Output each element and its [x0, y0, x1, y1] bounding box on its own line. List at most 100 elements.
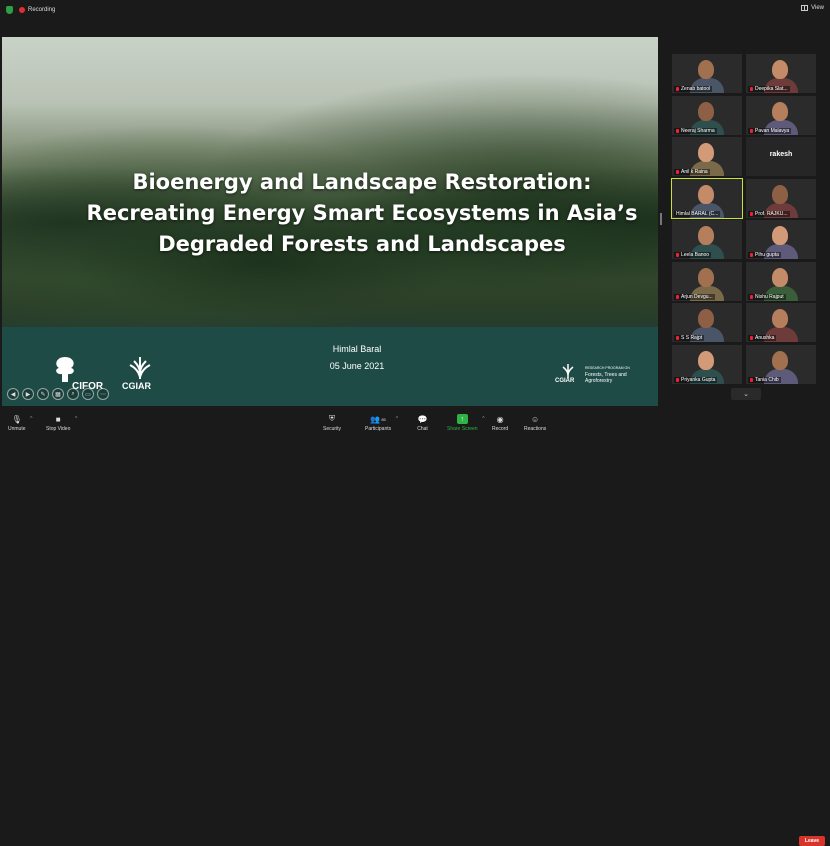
participants-icon: 👥 85 [370, 414, 386, 424]
grid-view-icon [801, 5, 809, 11]
reactions-button[interactable]: ☺ Reactions [524, 414, 546, 433]
participant-name: Anil k Raina [681, 169, 708, 175]
top-bar: Recording View [0, 0, 830, 20]
participant-tile[interactable]: Deepika Slat... [746, 54, 816, 93]
participant-name: Pavan Malavya [755, 127, 790, 134]
participant-name-label: Priyanka Gupta [674, 376, 718, 383]
muted-microphone-icon [676, 294, 679, 299]
chat-label: Chat [417, 426, 428, 432]
previous-slide-icon[interactable]: ◀ [7, 388, 19, 400]
participant-name-label: Anushka [748, 335, 777, 341]
gallery-more-button[interactable]: ⌄ [731, 388, 761, 400]
muted-microphone-icon [676, 170, 679, 174]
participant-face [698, 267, 714, 287]
pen-icon[interactable]: ✎ [37, 388, 49, 400]
view-label: View [811, 5, 824, 11]
participant-tile[interactable]: Anushka [746, 303, 816, 342]
participant-face [772, 60, 788, 79]
shield-icon[interactable] [6, 6, 13, 14]
participant-tile[interactable]: Pavan Malavya [746, 95, 816, 135]
more-options-icon[interactable]: ⋯ [97, 388, 109, 400]
participant-name: Zenab batool [681, 86, 711, 92]
stop-video-label: Stop Video [46, 426, 71, 432]
unmute-button[interactable]: 🎙 Unmute ^ [8, 414, 33, 433]
participants-count: 85 [381, 416, 386, 422]
slide-title-line-1: Bioenergy and Landscape Restoration: [132, 170, 592, 194]
record-icon: ◉ [496, 414, 504, 424]
security-button[interactable]: ⛨ Security [323, 414, 341, 432]
next-slide-icon[interactable]: ▶ [22, 388, 34, 400]
ftai-logo: CGIAR RESEARCH PROGRAM ON Forests, Trees… [555, 363, 645, 391]
participant-tile[interactable]: rakesh [746, 137, 816, 176]
zoom-icon[interactable]: ⌕ [67, 388, 79, 400]
participant-tile[interactable]: Tania Chib [746, 344, 816, 384]
muted-microphone-icon: 🎙 [11, 414, 22, 424]
participant-name-label: Anil k Raina [674, 169, 710, 175]
participant-name-label: Deepika Slat... [748, 86, 790, 92]
ftai-line-3: Agroforestry [585, 378, 613, 384]
subtitles-icon[interactable]: ▭ [82, 388, 94, 400]
participants-caret-icon[interactable]: ^ [396, 416, 398, 422]
muted-microphone-icon [676, 377, 679, 382]
slide-title-line-2: Recreating Energy Smart Ecosystems in As… [86, 201, 638, 225]
participant-tile[interactable]: Pihu gupta [746, 220, 816, 259]
muted-microphone-icon [676, 253, 679, 257]
participant-tile[interactable]: Leela Banoo [672, 220, 742, 259]
muted-microphone-icon [676, 128, 679, 133]
participant-name-label: Zenab batool [674, 86, 713, 92]
video-caret-icon[interactable]: ^ [75, 416, 77, 422]
video-camera-icon: ■ [55, 414, 61, 424]
slides-grid-icon[interactable]: ▦ [52, 388, 64, 400]
smiley-icon: ☺ [531, 414, 540, 424]
share-screen-icon: ↑ [456, 414, 468, 424]
participant-name: Neeraj Sharma [681, 127, 715, 134]
participant-name: Himlal BARAL (C... [676, 210, 719, 217]
participants-button[interactable]: 👥 85 Participants ^ [365, 414, 398, 433]
participant-face [698, 143, 714, 162]
share-screen-button[interactable]: ↑ Share Screen ^ [447, 414, 485, 432]
participant-name-label: Prof. RAJKU... [748, 210, 790, 217]
share-screen-label: Share Screen [447, 426, 478, 432]
participant-name-label: Himlal BARAL (C... [674, 210, 721, 217]
participant-name: Anushka [755, 335, 775, 341]
muted-microphone-icon [750, 336, 753, 340]
record-button[interactable]: ◉ Record [492, 414, 508, 433]
ftai-wheat-icon [562, 364, 574, 378]
participant-face [698, 309, 714, 328]
chat-bubble-icon: 💬 [417, 414, 428, 424]
participant-name-label: Arjun Devgu... [674, 293, 715, 300]
recording-dot-icon [19, 7, 25, 13]
cgiar-logo-text: CGIAR [122, 381, 151, 391]
participant-tile[interactable]: Priyanka Gupta [672, 344, 742, 384]
cifor-tree-icon [56, 357, 74, 382]
panel-splitter[interactable] [660, 213, 662, 225]
muted-microphone-icon [750, 211, 753, 216]
share-caret-icon[interactable]: ^ [482, 416, 484, 422]
participant-name: Nishu Rajput [755, 293, 784, 300]
participant-name-label: Pavan Malavya [748, 127, 792, 134]
unmute-caret-icon[interactable]: ^ [30, 416, 32, 422]
participant-tile[interactable]: Himlal BARAL (C... [671, 177, 743, 219]
participant-name-label: Pihu gupta [748, 252, 781, 258]
leave-button[interactable]: Leave [799, 836, 825, 846]
muted-microphone-icon [676, 87, 679, 91]
view-button[interactable]: View [801, 5, 824, 11]
unmute-label: Unmute [8, 426, 26, 432]
meeting-toolbar: 🎙 Unmute ^ ■ Stop Video ^ ⛨ Security 👥 85… [0, 412, 830, 846]
participant-name: Prof. RAJKU... [755, 210, 788, 217]
stop-video-button[interactable]: ■ Stop Video ^ [46, 414, 77, 433]
muted-microphone-icon [750, 87, 753, 91]
participant-tile[interactable]: Prof. RAJKU... [746, 178, 816, 218]
participant-tile[interactable]: Arjun Devgu... [672, 261, 742, 301]
participant-tile[interactable]: Anil k Raina [672, 137, 742, 176]
participant-tile[interactable]: Neeraj Sharma [672, 95, 742, 135]
chevron-down-icon: ⌄ [743, 391, 749, 398]
chat-button[interactable]: 💬 Chat [417, 414, 428, 433]
participant-tile[interactable]: Zenab batool [672, 54, 742, 93]
cgiar-wheat-icon [129, 357, 151, 379]
slide-navigation: ◀ ▶ ✎ ▦ ⌕ ▭ ⋯ [7, 388, 109, 400]
participant-face [698, 60, 714, 79]
participant-tile[interactable]: Nishu Rajput [746, 261, 816, 301]
participant-tile[interactable]: S S Rajpt [672, 303, 742, 342]
slide-author: Himlal Baral [332, 344, 382, 354]
